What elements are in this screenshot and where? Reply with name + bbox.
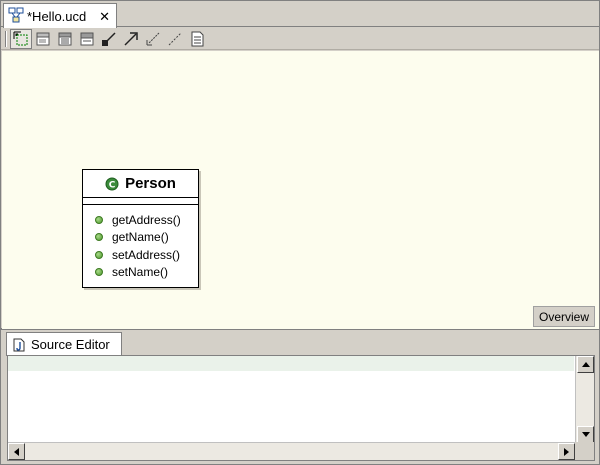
arrow-down-icon	[581, 432, 590, 437]
uml-class-person[interactable]: C Person getAddress() getName() setAddre…	[82, 169, 199, 288]
diagram-canvas[interactable]: C Person getAddress() getName() setAddre…	[2, 51, 599, 329]
scroll-down-button[interactable]	[577, 426, 594, 443]
editor-tab-strip: *Hello.ucd ✕	[1, 1, 599, 28]
method-item[interactable]: setAddress()	[95, 246, 198, 264]
tab-source-editor[interactable]: Source Editor	[6, 332, 122, 356]
attributes-compartment	[83, 198, 198, 205]
editor-tab-title: *Hello.ucd	[27, 8, 87, 24]
realization-tool-icon	[168, 32, 182, 45]
dependency-tool-button[interactable]	[98, 29, 120, 49]
method-name: setName()	[112, 265, 169, 280]
current-line-highlight	[8, 356, 574, 371]
interface-tool-button[interactable]	[54, 29, 76, 49]
source-text-area[interactable]	[7, 355, 595, 461]
method-item[interactable]: getName()	[95, 229, 198, 247]
close-icon[interactable]: ✕	[99, 10, 110, 23]
class-tool-button[interactable]	[32, 29, 54, 49]
realization-tool-button[interactable]	[164, 29, 186, 49]
class-name: Person	[125, 175, 176, 192]
source-editor-panel: Source Editor	[0, 329, 600, 465]
select-tool-icon	[13, 31, 28, 45]
editor-tab-hello-ucd[interactable]: *Hello.ucd ✕	[3, 3, 117, 28]
scroll-right-button[interactable]	[558, 443, 575, 460]
methods-compartment: getAddress() getName() setAddress() setN…	[83, 205, 198, 281]
method-item[interactable]: setName()	[95, 264, 198, 282]
method-name: getName()	[112, 230, 169, 245]
method-item[interactable]: getAddress()	[95, 211, 198, 229]
scroll-left-button[interactable]	[8, 443, 25, 460]
public-method-icon	[95, 215, 103, 224]
horizontal-scrollbar[interactable]	[8, 442, 575, 460]
diagram-editor: *Hello.ucd ✕ C Person getAddress() getNa…	[0, 0, 600, 329]
note-tool-icon	[191, 31, 204, 46]
scrollbar-corner	[575, 442, 594, 460]
arrow-left-icon	[14, 447, 19, 456]
diagram-palette-toolbar	[1, 28, 599, 50]
dependency-tool-icon	[102, 31, 116, 46]
arrow-up-icon	[581, 362, 590, 367]
public-method-icon	[95, 250, 103, 259]
inheritance-tool-button[interactable]	[142, 29, 164, 49]
inheritance-tool-icon	[146, 32, 160, 45]
enum-tool-icon	[80, 32, 94, 45]
class-tool-icon	[36, 32, 50, 45]
select-tool-button[interactable]	[10, 28, 32, 49]
note-tool-button[interactable]	[186, 29, 208, 49]
enum-tool-button[interactable]	[76, 29, 98, 49]
toolbar-separator	[5, 30, 7, 47]
class-stereotype-icon: C	[105, 177, 119, 190]
scroll-up-button[interactable]	[577, 356, 594, 373]
ucd-file-icon	[8, 7, 24, 26]
method-name: getAddress()	[112, 212, 181, 227]
java-source-icon	[13, 338, 25, 351]
public-method-icon	[95, 233, 103, 242]
uml-class-header: C Person	[83, 170, 198, 198]
interface-tool-icon	[58, 32, 72, 45]
vertical-scrollbar[interactable]	[575, 356, 594, 443]
source-editor-tab-label: Source Editor	[31, 337, 110, 352]
association-tool-button[interactable]	[120, 29, 142, 49]
overview-button[interactable]: Overview	[533, 306, 595, 327]
arrow-right-icon	[564, 447, 569, 456]
public-method-icon	[95, 268, 103, 277]
class-glyph-letter: C	[109, 180, 116, 190]
method-name: setAddress()	[112, 247, 181, 262]
association-tool-icon	[124, 31, 138, 46]
